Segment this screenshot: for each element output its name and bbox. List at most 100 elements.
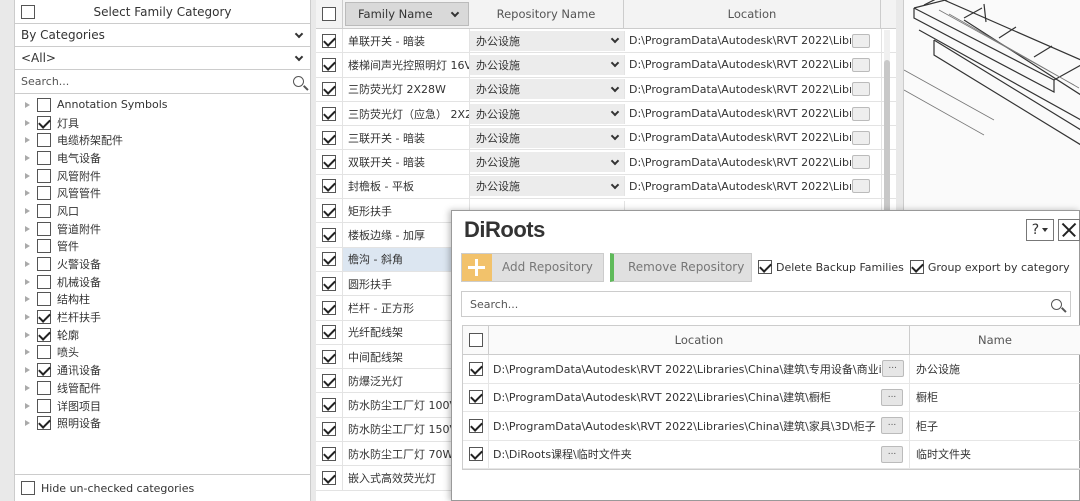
repository-row[interactable]: D:\ProgramData\Autodesk\RVT 2022\Librari…	[463, 412, 1080, 441]
expand-arrow-icon[interactable]	[25, 207, 30, 214]
expand-arrow-icon[interactable]	[25, 314, 30, 321]
family-checkbox[interactable]	[322, 179, 336, 194]
family-row[interactable]: 三防荧光灯（应急） 2X2 办公设施 D:\ProgramData\Autodesk…	[316, 101, 896, 127]
expand-arrow-icon[interactable]	[25, 119, 30, 126]
repository-name-cell[interactable]: 临时文件夹	[910, 441, 1080, 469]
filter-by-dropdown[interactable]: By Categories	[15, 24, 310, 47]
family-checkbox[interactable]	[322, 349, 336, 364]
repository-checkbox[interactable]	[468, 418, 483, 433]
repository-name-column-header[interactable]: Repository Name	[469, 0, 624, 28]
browse-location-button[interactable]	[852, 82, 871, 97]
family-row[interactable]: 三联开关 - 暗装 办公设施 D:\ProgramData\Autodesk\RVT…	[316, 126, 896, 151]
repository-checkbox[interactable]	[468, 447, 483, 462]
category-item[interactable]: 结构柱	[15, 291, 310, 309]
browse-location-button[interactable]	[852, 155, 871, 170]
add-repository-button[interactable]: Add Repository	[461, 252, 604, 282]
category-item[interactable]: Annotation Symbols	[15, 96, 310, 114]
expand-arrow-icon[interactable]	[25, 243, 30, 250]
family-name-column-header[interactable]: Family Name	[345, 2, 469, 26]
family-checkbox[interactable]	[322, 252, 336, 267]
family-checkbox[interactable]	[322, 82, 336, 97]
category-search-input[interactable]: Search...	[15, 70, 310, 94]
close-button[interactable]	[1058, 219, 1080, 241]
family-checkbox[interactable]	[322, 57, 336, 72]
category-item[interactable]: 线管配件	[15, 379, 310, 397]
family-checkbox[interactable]	[322, 130, 336, 145]
repository-checkbox[interactable]	[468, 390, 483, 405]
category-checkbox[interactable]	[37, 168, 51, 183]
location-column-header[interactable]: Location	[489, 326, 910, 354]
repository-row[interactable]: D:\DiRoots课程\临时文件夹 临时文件夹	[463, 440, 1080, 469]
category-checkbox[interactable]	[37, 363, 51, 378]
name-column-header[interactable]: Name	[910, 326, 1080, 354]
expand-arrow-icon[interactable]	[25, 420, 30, 427]
browse-location-button[interactable]	[852, 130, 871, 145]
category-checkbox[interactable]	[37, 133, 51, 148]
remove-repository-button[interactable]: Remove Repository	[610, 252, 752, 282]
category-checkbox[interactable]	[37, 150, 51, 165]
category-item[interactable]: 喷头	[15, 344, 310, 362]
repository-cell[interactable]: 办公设施	[470, 103, 625, 124]
expand-arrow-icon[interactable]	[25, 154, 30, 161]
expand-arrow-icon[interactable]	[25, 278, 30, 285]
repository-name-cell[interactable]: 橱柜	[910, 384, 1080, 412]
category-checkbox[interactable]	[37, 416, 51, 431]
delete-backup-families-option[interactable]: Delete Backup Families	[758, 260, 904, 274]
browse-location-button[interactable]	[852, 179, 871, 194]
expand-arrow-icon[interactable]	[25, 296, 30, 303]
browse-location-button[interactable]	[852, 57, 871, 72]
repository-cell[interactable]: 办公设施	[470, 127, 625, 148]
family-checkbox[interactable]	[322, 228, 336, 243]
category-checkbox[interactable]	[37, 203, 51, 218]
repository-name-cell[interactable]: 办公设施	[910, 355, 1080, 383]
browse-repository-button[interactable]	[881, 388, 903, 406]
category-item[interactable]: 管件	[15, 238, 310, 256]
category-checkbox[interactable]	[37, 310, 51, 325]
category-checkbox[interactable]	[37, 221, 51, 236]
expand-arrow-icon[interactable]	[25, 331, 30, 338]
expand-arrow-icon[interactable]	[25, 402, 30, 409]
category-item[interactable]: 机械设备	[15, 273, 310, 291]
category-checkbox[interactable]	[37, 239, 51, 254]
select-all-repositories-checkbox[interactable]	[468, 333, 483, 347]
filter-value-dropdown[interactable]: <All>	[15, 47, 310, 70]
browse-repository-button[interactable]	[881, 445, 903, 463]
browse-repository-button[interactable]	[881, 360, 904, 378]
repository-cell[interactable]: 办公设施	[470, 152, 625, 173]
repository-cell[interactable]: 办公设施	[470, 54, 625, 75]
repository-name-cell[interactable]: 柜子	[910, 412, 1080, 440]
family-checkbox[interactable]	[322, 422, 336, 437]
category-item[interactable]: 电缆桥架配件	[15, 131, 310, 149]
expand-arrow-icon[interactable]	[25, 190, 30, 197]
family-checkbox[interactable]	[322, 446, 336, 461]
category-item[interactable]: 电气设备	[15, 149, 310, 167]
browse-location-button[interactable]	[852, 33, 871, 48]
category-item[interactable]: 详图项目	[15, 397, 310, 415]
category-item[interactable]: 火警设备	[15, 255, 310, 273]
family-checkbox[interactable]	[322, 33, 336, 48]
family-checkbox[interactable]	[322, 276, 336, 291]
family-checkbox[interactable]	[322, 203, 336, 218]
category-checkbox[interactable]	[37, 97, 51, 112]
family-checkbox[interactable]	[322, 470, 336, 485]
family-row[interactable]: 单联开关 - 暗装 办公设施 D:\ProgramData\Autodesk\RVT…	[316, 29, 896, 54]
category-item[interactable]: 风口	[15, 202, 310, 220]
expand-arrow-icon[interactable]	[25, 261, 30, 268]
browse-location-button[interactable]	[852, 106, 871, 121]
repository-row[interactable]: D:\ProgramData\Autodesk\RVT 2022\Librari…	[463, 383, 1080, 412]
category-checkbox[interactable]	[37, 274, 51, 289]
category-checkbox[interactable]	[37, 380, 51, 395]
repository-cell[interactable]: 办公设施	[470, 30, 625, 51]
family-checkbox[interactable]	[322, 106, 336, 121]
family-checkbox[interactable]	[322, 325, 336, 340]
category-checkbox[interactable]	[37, 257, 51, 272]
browse-repository-button[interactable]	[881, 417, 903, 435]
family-row[interactable]: 三防荧光灯 2X28W 办公设施 D:\ProgramData\Autodesk\R…	[316, 77, 896, 102]
category-checkbox[interactable]	[37, 398, 51, 413]
group-export-option[interactable]: Group export by category	[909, 260, 1070, 274]
category-item[interactable]: 风管附件	[15, 167, 310, 185]
family-checkbox[interactable]	[322, 373, 336, 388]
repository-row[interactable]: D:\ProgramData\Autodesk\RVT 2022\Librari…	[463, 355, 1080, 384]
category-item[interactable]: 风管管件	[15, 184, 310, 202]
expand-arrow-icon[interactable]	[25, 172, 30, 179]
